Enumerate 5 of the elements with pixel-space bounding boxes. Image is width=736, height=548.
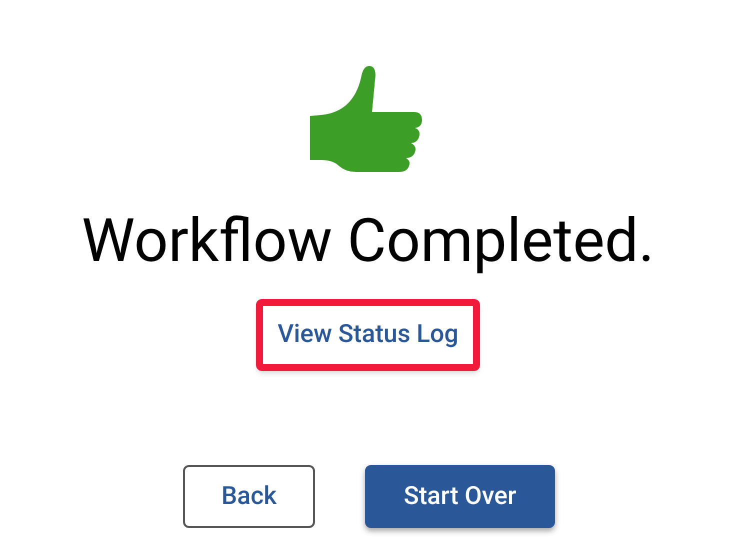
- thumbs-up-icon: [308, 65, 422, 173]
- back-button[interactable]: Back: [183, 465, 315, 528]
- status-log-link[interactable]: View Status Log: [256, 299, 480, 371]
- completion-heading: Workflow Completed.: [82, 205, 654, 277]
- start-over-button[interactable]: Start Over: [365, 465, 555, 528]
